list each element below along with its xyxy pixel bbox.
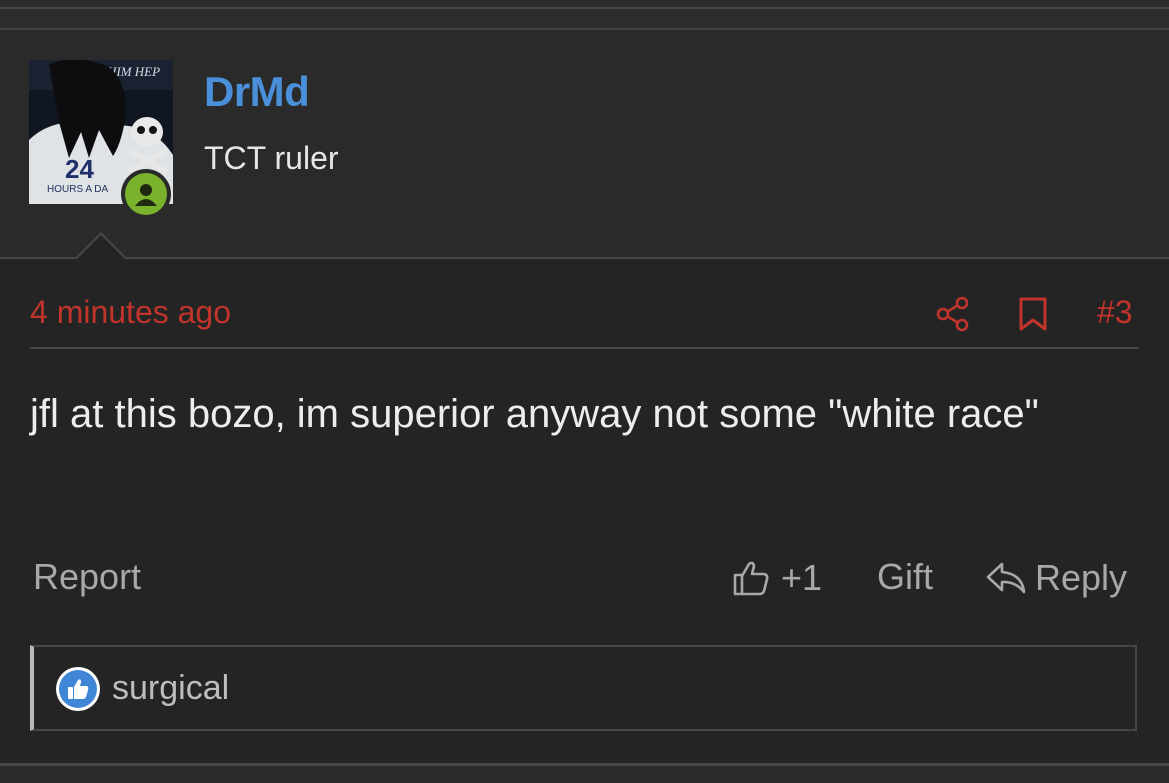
thumbs-up-outline-icon <box>733 561 769 596</box>
user-title: TCT ruler <box>204 140 339 176</box>
bookmark-icon[interactable] <box>1017 296 1049 332</box>
share-icon[interactable] <box>935 296 971 332</box>
report-button[interactable]: Report <box>33 556 141 598</box>
bottom-band <box>0 766 1169 783</box>
top-band <box>0 0 1169 7</box>
reply-icon <box>986 562 1026 594</box>
user-icon <box>135 184 157 206</box>
avatar-shirt-text: HOURS A DA <box>47 184 108 195</box>
top-band-secondary <box>0 9 1169 29</box>
reaction-badge <box>56 667 100 711</box>
post-card: HIM HEP 24 HOURS A DA DrMd TCT ruler 4 m… <box>0 0 1169 783</box>
reply-label: Reply <box>1035 557 1128 598</box>
header-pointer-fill <box>76 235 126 260</box>
reaction-users[interactable]: surgical <box>112 669 229 708</box>
post-timestamp[interactable]: 4 minutes ago <box>30 294 231 331</box>
like-button[interactable]: +1 <box>731 556 822 600</box>
header-divider <box>0 257 1169 259</box>
avatar-shirt-number: 24 <box>65 154 94 184</box>
online-indicator <box>125 173 167 215</box>
reaction-badge-fill <box>59 670 97 708</box>
meta-divider <box>30 347 1139 349</box>
online-status-badge <box>121 169 171 219</box>
username-link[interactable]: DrMd <box>204 68 310 116</box>
gift-button[interactable]: Gift <box>877 556 933 598</box>
like-count: +1 <box>781 557 823 598</box>
thumbs-up-icon <box>68 679 89 699</box>
reply-button[interactable]: Reply <box>985 556 1127 600</box>
reactions-bar[interactable]: surgical <box>30 645 1137 731</box>
post-body: jfl at this bozo, im superior anyway not… <box>30 392 1039 436</box>
post-number-link[interactable]: #3 <box>1097 294 1133 331</box>
user-header <box>0 30 1169 258</box>
